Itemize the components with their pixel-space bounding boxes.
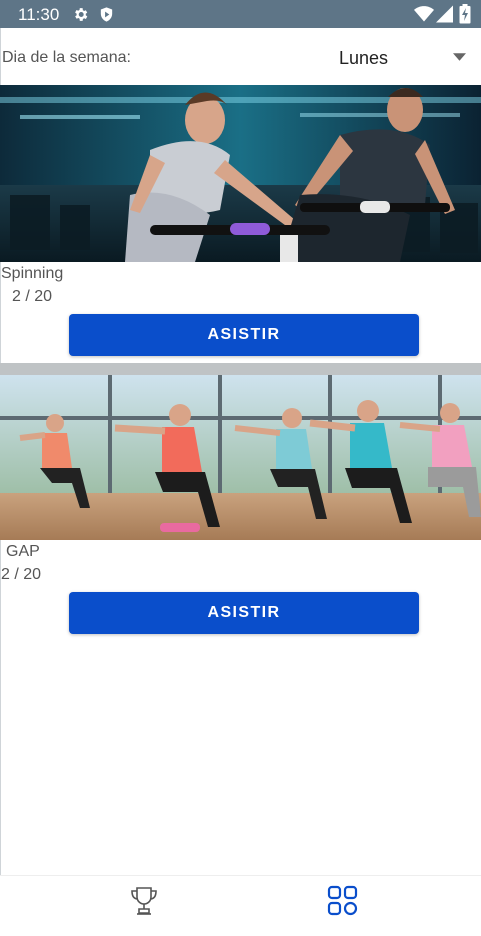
status-bar: 11:30 (0, 0, 481, 28)
attend-button-gap[interactable]: ASISTIR (69, 592, 419, 634)
attend-button-spinning[interactable]: ASISTIR (69, 314, 419, 356)
class-image-spinning (0, 85, 481, 262)
chevron-down-icon (453, 53, 466, 61)
day-label: Dia de la semana: (2, 49, 131, 66)
class-card-gap: GAP 2 / 20 ASISTIR (0, 363, 481, 643)
class-image-gap (0, 363, 481, 540)
day-selector-row: Dia de la semana: Lunes (0, 28, 481, 85)
nav-item-ranking[interactable] (127, 884, 161, 918)
grid-icon (327, 885, 358, 916)
gap-class-photo (0, 363, 481, 540)
bottom-navigation (0, 875, 481, 936)
status-time: 11:30 (18, 5, 60, 24)
wifi-icon (414, 6, 434, 22)
class-capacity: 2 / 20 (12, 288, 53, 305)
battery-charging-icon (459, 4, 471, 24)
class-name: Spinning (1, 265, 64, 282)
nav-item-classes[interactable] (326, 884, 360, 918)
trophy-icon (131, 887, 157, 915)
class-name: GAP (6, 543, 40, 560)
signal-icon (436, 5, 453, 23)
app-screen: 11:30 Dia de la semana: Lunes Spinning 2… (0, 0, 481, 936)
settings-icon (75, 8, 88, 21)
class-card-spinning: Spinning 2 / 20 ASISTIR (0, 85, 481, 363)
day-dropdown[interactable]: Lunes (320, 42, 470, 74)
class-capacity: 2 / 20 (1, 566, 42, 583)
spinning-class-photo (0, 85, 481, 262)
shield-play-icon (100, 7, 113, 22)
day-dropdown-value: Lunes (339, 48, 389, 68)
